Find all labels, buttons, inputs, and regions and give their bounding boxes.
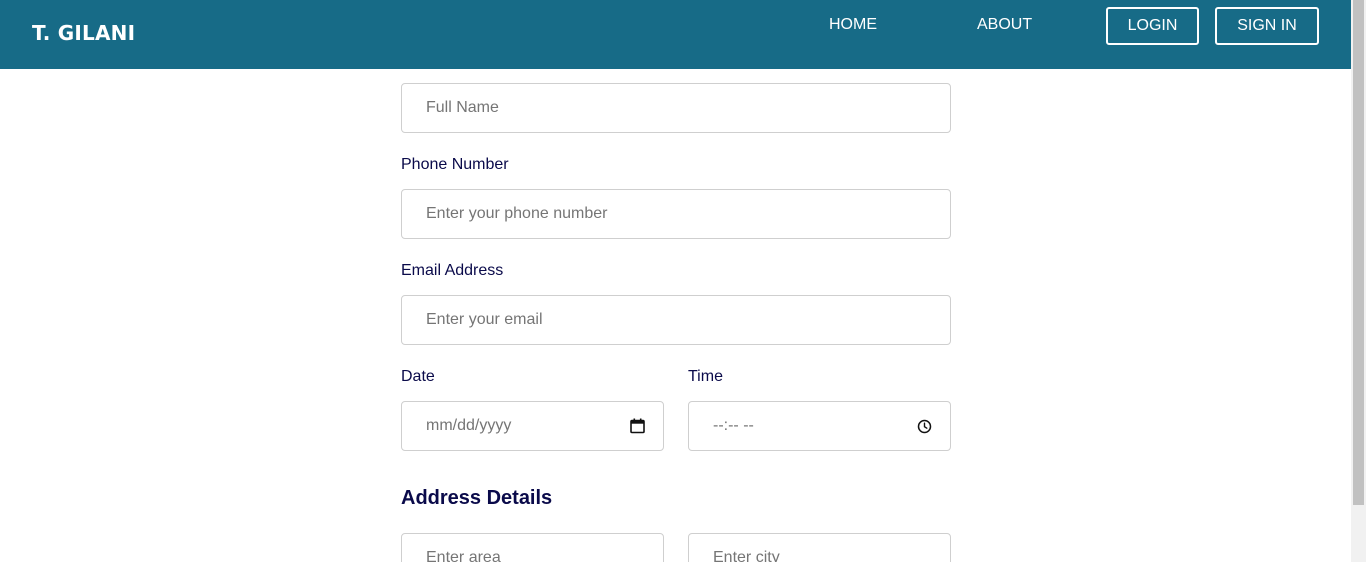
date-label: Date xyxy=(401,368,435,385)
vertical-scrollbar[interactable] xyxy=(1351,0,1366,562)
clock-icon[interactable] xyxy=(916,418,932,434)
nav-link-about[interactable]: ABOUT xyxy=(977,16,1032,34)
login-button[interactable]: LOGIN xyxy=(1106,7,1199,45)
city-input[interactable] xyxy=(688,533,951,562)
time-label: Time xyxy=(688,368,723,385)
brand-logo[interactable]: T. GILANI xyxy=(32,21,135,45)
top-navbar: T. GILANI HOME ABOUT LOGIN SIGN IN xyxy=(0,0,1351,69)
phone-label: Phone Number xyxy=(401,156,509,173)
sign-in-button[interactable]: SIGN IN xyxy=(1215,7,1319,45)
page: T. GILANI HOME ABOUT LOGIN SIGN IN Phone… xyxy=(0,0,1366,562)
date-placeholder: mm/dd/yyyy xyxy=(426,417,512,434)
email-input[interactable] xyxy=(401,295,951,345)
time-input[interactable]: --:-- -- xyxy=(688,401,951,451)
phone-input[interactable] xyxy=(401,189,951,239)
calendar-icon[interactable] xyxy=(629,418,645,434)
time-placeholder: --:-- -- xyxy=(713,417,754,434)
nav-link-home[interactable]: HOME xyxy=(829,16,877,34)
date-input[interactable]: mm/dd/yyyy xyxy=(401,401,664,451)
scrollbar-thumb[interactable] xyxy=(1353,0,1364,505)
email-label: Email Address xyxy=(401,262,504,279)
full-name-input[interactable] xyxy=(401,83,951,133)
area-input[interactable] xyxy=(401,533,664,562)
address-details-heading: Address Details xyxy=(401,487,553,509)
